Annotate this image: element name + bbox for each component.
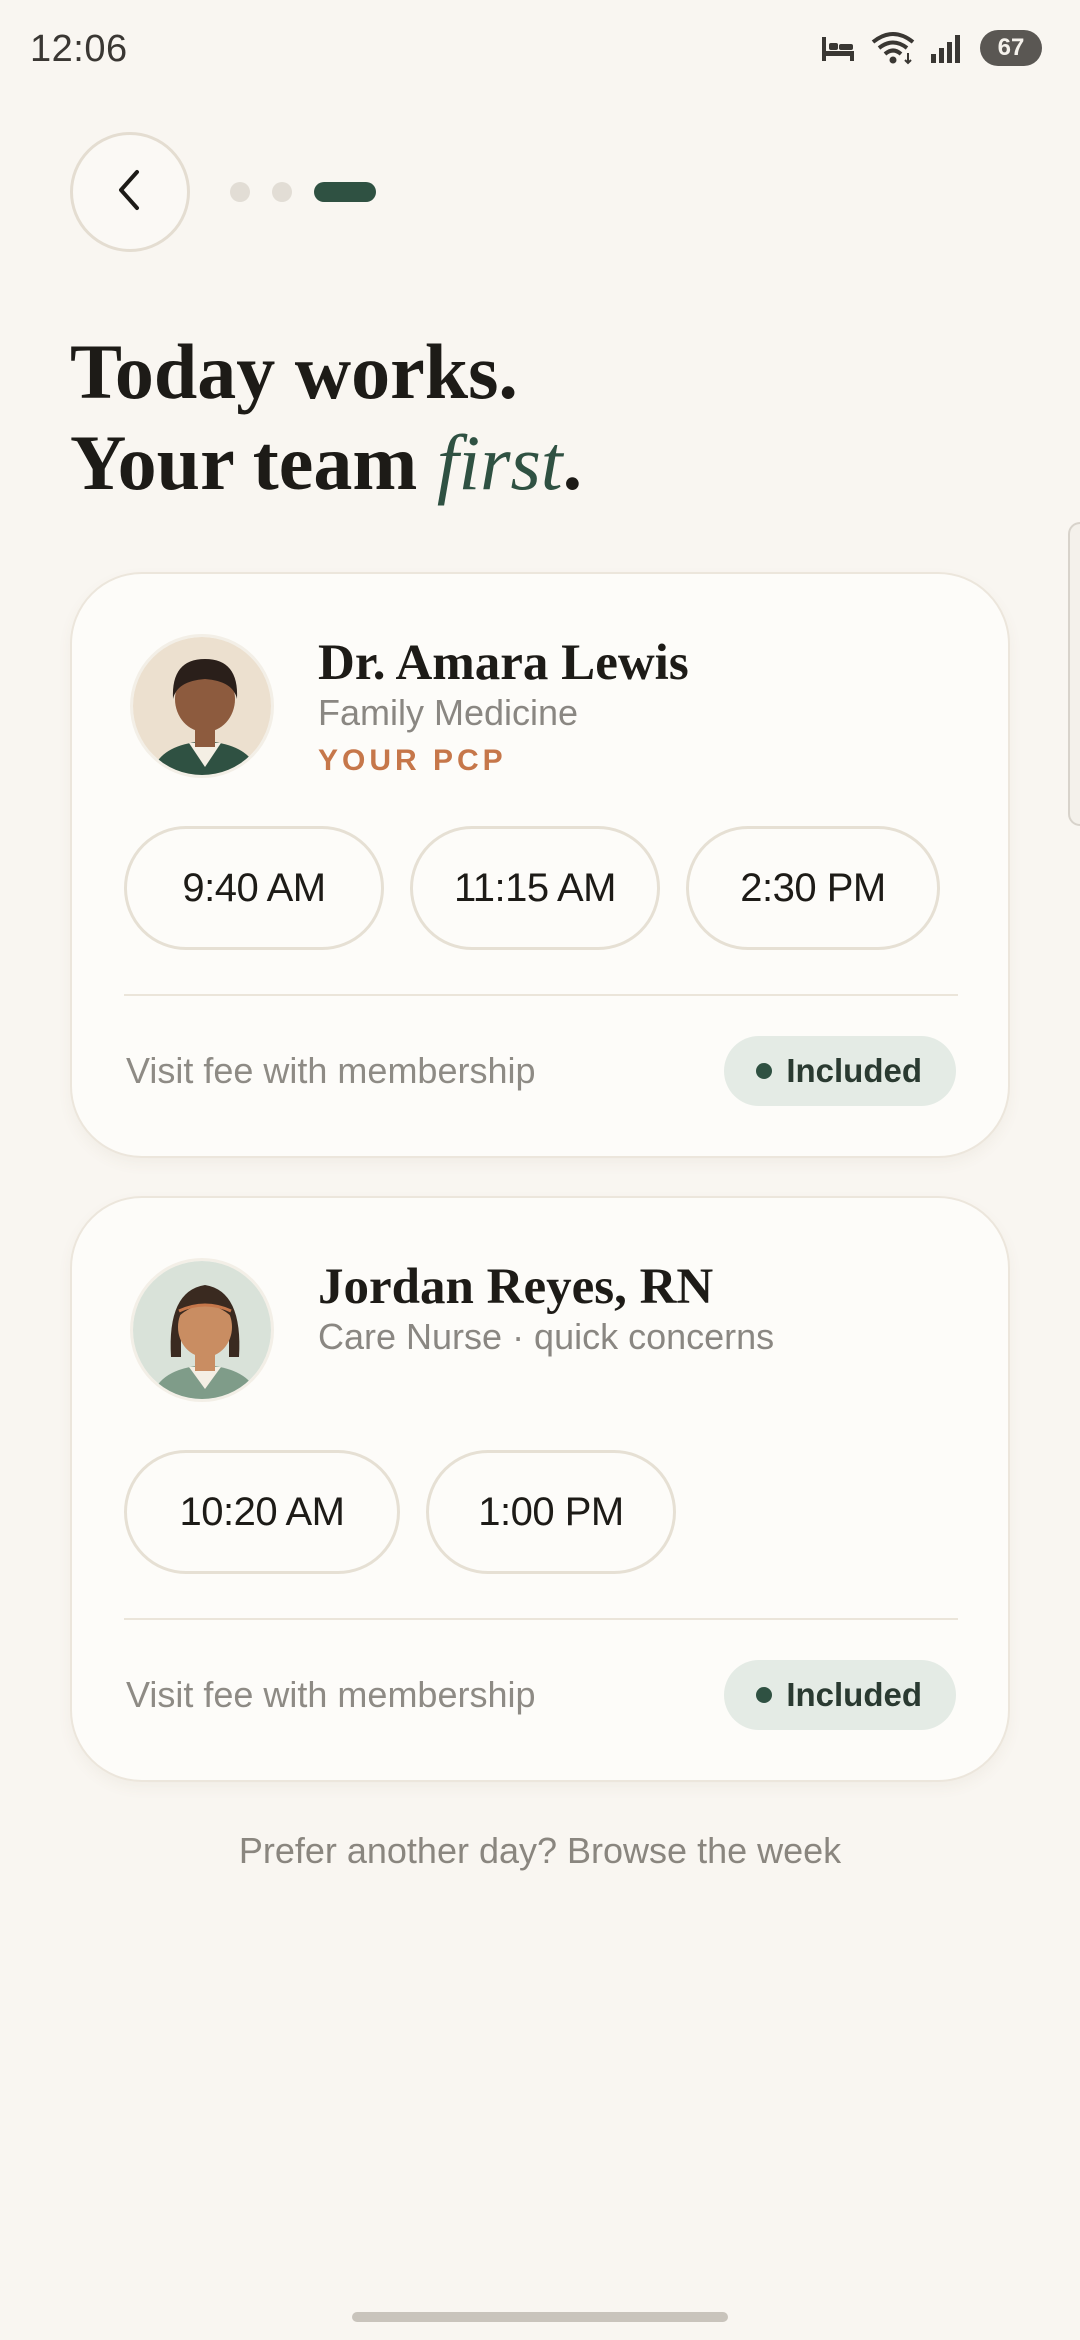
avatar-jordan-reyes	[130, 1258, 274, 1402]
back-button[interactable]	[70, 132, 190, 252]
progress-step-1	[230, 182, 250, 202]
title-emphasis: first	[436, 419, 563, 506]
fee-label: Visit fee with membership	[126, 1674, 536, 1715]
provider-name: Dr. Amara Lewis	[318, 635, 689, 691]
page-title: Today works. Your team first.	[70, 326, 582, 508]
included-label: Included	[786, 1052, 922, 1089]
title-line-2: Your team first.	[70, 417, 582, 508]
avatar-amara-lewis	[130, 634, 274, 778]
signal-icon	[930, 32, 966, 64]
time-slot-button[interactable]: 11:15 AM	[410, 826, 660, 950]
status-bar: 12:06 67	[0, 0, 1080, 100]
progress-step-3-active	[314, 182, 376, 202]
time-slot-button[interactable]: 1:00 PM	[426, 1450, 676, 1574]
chevron-left-icon	[110, 166, 150, 219]
progress-step-2	[272, 182, 292, 202]
time-slot-button[interactable]: 2:30 PM	[686, 826, 940, 950]
provider-specialty: Care Nurse · quick concerns	[318, 1316, 775, 1357]
browse-week-link[interactable]: Prefer another day? Browse the week	[0, 1830, 1080, 1872]
provider-name: Jordan Reyes, RN	[318, 1259, 714, 1315]
battery-level: 67	[997, 34, 1025, 61]
provider-card-nurse: Jordan Reyes, RN Care Nurse · quick conc…	[70, 1196, 1010, 1782]
provider-card-pcp: Dr. Amara Lewis Family Medicine YOUR PCP…	[70, 572, 1010, 1158]
title-line-1: Today works.	[70, 328, 518, 415]
fee-label: Visit fee with membership	[126, 1050, 536, 1091]
app-screen: 12:06 67 Today works. Your team first. D…	[0, 0, 1080, 2340]
provider-specialty: Family Medicine	[318, 692, 579, 733]
status-dot-icon	[756, 1687, 773, 1703]
edge-panel-handle[interactable]	[1068, 522, 1080, 826]
status-time: 12:06	[30, 28, 128, 70]
battery-icon: 67	[980, 30, 1042, 66]
time-slots: 9:40 AM 11:15 AM 2:30 PM	[124, 826, 940, 950]
time-slots: 10:20 AM 1:00 PM	[124, 1450, 676, 1574]
wifi-icon	[870, 31, 916, 65]
step-progress	[230, 182, 376, 202]
divider	[124, 994, 958, 996]
home-indicator[interactable]	[352, 2312, 728, 2322]
included-badge: Included	[724, 1036, 956, 1106]
divider	[124, 1618, 958, 1620]
included-badge: Included	[724, 1660, 956, 1730]
status-dot-icon	[756, 1063, 773, 1079]
bed-icon	[820, 33, 856, 63]
included-label: Included	[786, 1676, 922, 1713]
time-slot-button[interactable]: 10:20 AM	[124, 1450, 400, 1574]
title-line-2-prefix: Your team	[70, 419, 437, 506]
title-line-2-suffix: .	[562, 419, 583, 506]
pcp-tag: YOUR PCP	[318, 744, 507, 777]
time-slot-button[interactable]: 9:40 AM	[124, 826, 384, 950]
status-icons: 67	[820, 30, 1042, 66]
